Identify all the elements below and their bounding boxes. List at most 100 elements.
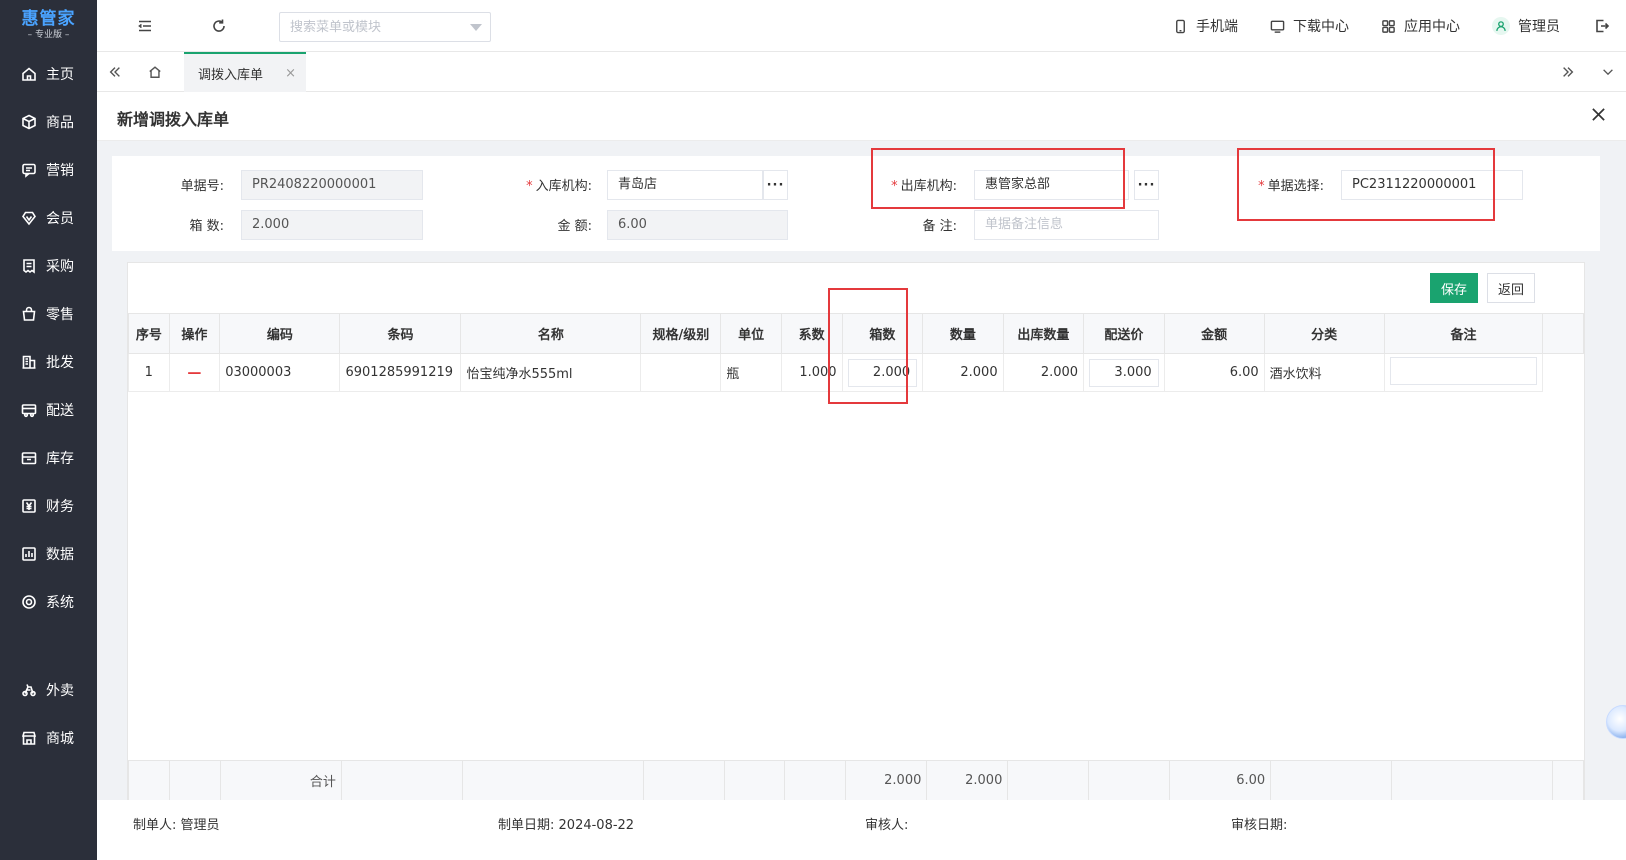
- archive-icon: [20, 449, 38, 467]
- inbound-org-picker-button[interactable]: ···: [763, 170, 788, 200]
- back-button[interactable]: 返回: [1487, 273, 1535, 303]
- sidebar-item-member[interactable]: 会员: [0, 194, 97, 242]
- doc-no-field: PR2408220000001: [241, 170, 423, 200]
- boxes-label: 箱 数:: [189, 219, 224, 234]
- monitor-icon: [1270, 20, 1285, 33]
- sidebar-item-wholesale[interactable]: 批发: [0, 338, 97, 386]
- column-header: 金额: [1163, 313, 1265, 354]
- delete-row-button[interactable]: —: [168, 353, 221, 392]
- outbound-org-picker-button[interactable]: ···: [1134, 170, 1159, 200]
- sidebar-item-home[interactable]: 主页: [0, 50, 97, 98]
- table-footer-row: 合计 2.000 2.000 6.00: [128, 760, 1585, 801]
- sidebar-item-label: 营销: [46, 163, 74, 179]
- row-remark-input[interactable]: [1389, 356, 1538, 385]
- user-icon: [1496, 21, 1506, 31]
- highlight-box-outbound-org: [871, 148, 1125, 209]
- inbound-org-field[interactable]: 青岛店: [607, 170, 763, 200]
- home-tab-icon[interactable]: [137, 52, 173, 92]
- mobile-icon: [1176, 19, 1185, 33]
- sidebar-item-data[interactable]: 数据: [0, 530, 97, 578]
- menu-search-input[interactable]: [280, 13, 460, 41]
- tabs-scroll-left-icon[interactable]: [97, 52, 133, 92]
- footer-cell: [1551, 760, 1585, 801]
- row-qty: 2.000: [922, 353, 1004, 392]
- created-date-label: 制单日期:: [498, 818, 555, 833]
- footer-cell: [642, 760, 725, 801]
- chevron-down-icon[interactable]: [470, 24, 482, 31]
- save-button[interactable]: 保存: [1430, 273, 1478, 303]
- download-center-link[interactable]: 下载中心: [1270, 16, 1349, 36]
- avatar: [1492, 17, 1510, 35]
- tabs-bar: 调拨入库单 ×: [97, 52, 1626, 92]
- sidebar-item-purchase[interactable]: 采购: [0, 242, 97, 290]
- tab-close-icon[interactable]: ×: [285, 66, 296, 81]
- sidebar-item-label: 系统: [46, 595, 74, 611]
- app-center-link[interactable]: 应用中心: [1381, 16, 1460, 36]
- tabs-dropdown-icon[interactable]: [1590, 52, 1626, 92]
- tabs-scroll-right-icon[interactable]: [1550, 52, 1586, 92]
- minus-icon[interactable]: —: [187, 365, 201, 381]
- creator-value: 管理员: [180, 818, 220, 833]
- row-out-qty: 2.000: [1002, 353, 1085, 392]
- menu-search-select[interactable]: [279, 12, 491, 42]
- footer-total-label: 合计: [219, 760, 342, 801]
- document-footer: 制单人: 管理员 制单日期: 2024-08-22 审核人: 审核日期:: [97, 800, 1626, 860]
- sidebar-item-label: 库存: [46, 451, 74, 467]
- sidebar-item-label: 配送: [46, 403, 74, 419]
- totals-row: 合计 2.000 2.000 6.00: [128, 760, 1585, 801]
- logout-icon[interactable]: [1592, 18, 1612, 34]
- sidebar-item-marketing[interactable]: 营销: [0, 146, 97, 194]
- reviewer-label: 审核人:: [865, 818, 909, 833]
- footer-total-amount: 6.00: [1169, 760, 1272, 801]
- footer-cell: [340, 760, 463, 801]
- sidebar-item-retail[interactable]: 零售: [0, 290, 97, 338]
- download-center-label: 下载中心: [1293, 19, 1349, 35]
- sidebar-item-delivery[interactable]: 配送: [0, 386, 97, 434]
- logo-brand: 惠管家: [21, 9, 76, 29]
- row-spec: [640, 353, 722, 392]
- logo[interactable]: 惠管家 – 专业版 –: [0, 0, 97, 50]
- sidebar-item-label: 财务: [46, 499, 74, 515]
- created-date-info: 制单日期: 2024-08-22: [498, 814, 634, 833]
- sidebar-item-goods[interactable]: 商品: [0, 98, 97, 146]
- amount-total-field: 6.00: [607, 210, 788, 240]
- column-header: 出库数量: [1002, 313, 1085, 354]
- chat-icon: [20, 161, 38, 179]
- sidebar-item-takeout[interactable]: 外卖: [0, 666, 97, 714]
- chart-icon: [20, 545, 38, 563]
- menu-collapse-icon[interactable]: [135, 16, 155, 36]
- mobile-link[interactable]: 手机端: [1173, 16, 1238, 36]
- building-icon: [20, 353, 38, 371]
- floating-assistant-icon[interactable]: [1606, 705, 1626, 739]
- logo-edition: – 专业版 –: [27, 30, 70, 40]
- amount-label: 金 额:: [557, 219, 592, 234]
- footer-cell: [1270, 760, 1393, 801]
- yen-icon: [20, 497, 38, 515]
- footer-cell: [723, 760, 786, 801]
- review-date-label: 审核日期:: [1231, 818, 1288, 833]
- topbar: 手机端 下载中心 应用中心 管理员: [97, 0, 1626, 52]
- row-name: 怡宝纯净水555ml: [460, 353, 642, 392]
- mobile-link-label: 手机端: [1196, 19, 1238, 35]
- row-price-input[interactable]: 3.000: [1089, 358, 1159, 387]
- sidebar-item-finance[interactable]: 财务: [0, 482, 97, 530]
- column-header: 条码: [339, 313, 462, 354]
- close-icon[interactable]: [1588, 104, 1608, 124]
- truck-icon: [20, 401, 38, 419]
- doc-no-label: 单据号:: [180, 179, 224, 194]
- boxes-total-field: 2.000: [241, 210, 423, 240]
- column-header: 规格/级别: [640, 313, 722, 354]
- remark-input[interactable]: 单据备注信息: [974, 210, 1159, 240]
- user-menu[interactable]: 管理员: [1492, 16, 1560, 36]
- sidebar-item-inventory[interactable]: 库存: [0, 434, 97, 482]
- refresh-icon[interactable]: [209, 16, 229, 36]
- review-date-info: 审核日期:: [1231, 814, 1287, 833]
- sidebar-item-label: 商品: [46, 115, 74, 131]
- tab-label: 调拨入库单: [198, 67, 264, 83]
- tab-transfer-inbound[interactable]: 调拨入库单 ×: [184, 52, 306, 92]
- sidebar-item-mall[interactable]: 商城: [0, 714, 97, 762]
- sidebar-item-label: 外卖: [46, 683, 74, 699]
- sidebar-item-system[interactable]: 系统: [0, 578, 97, 626]
- column-header: 序号: [128, 313, 170, 354]
